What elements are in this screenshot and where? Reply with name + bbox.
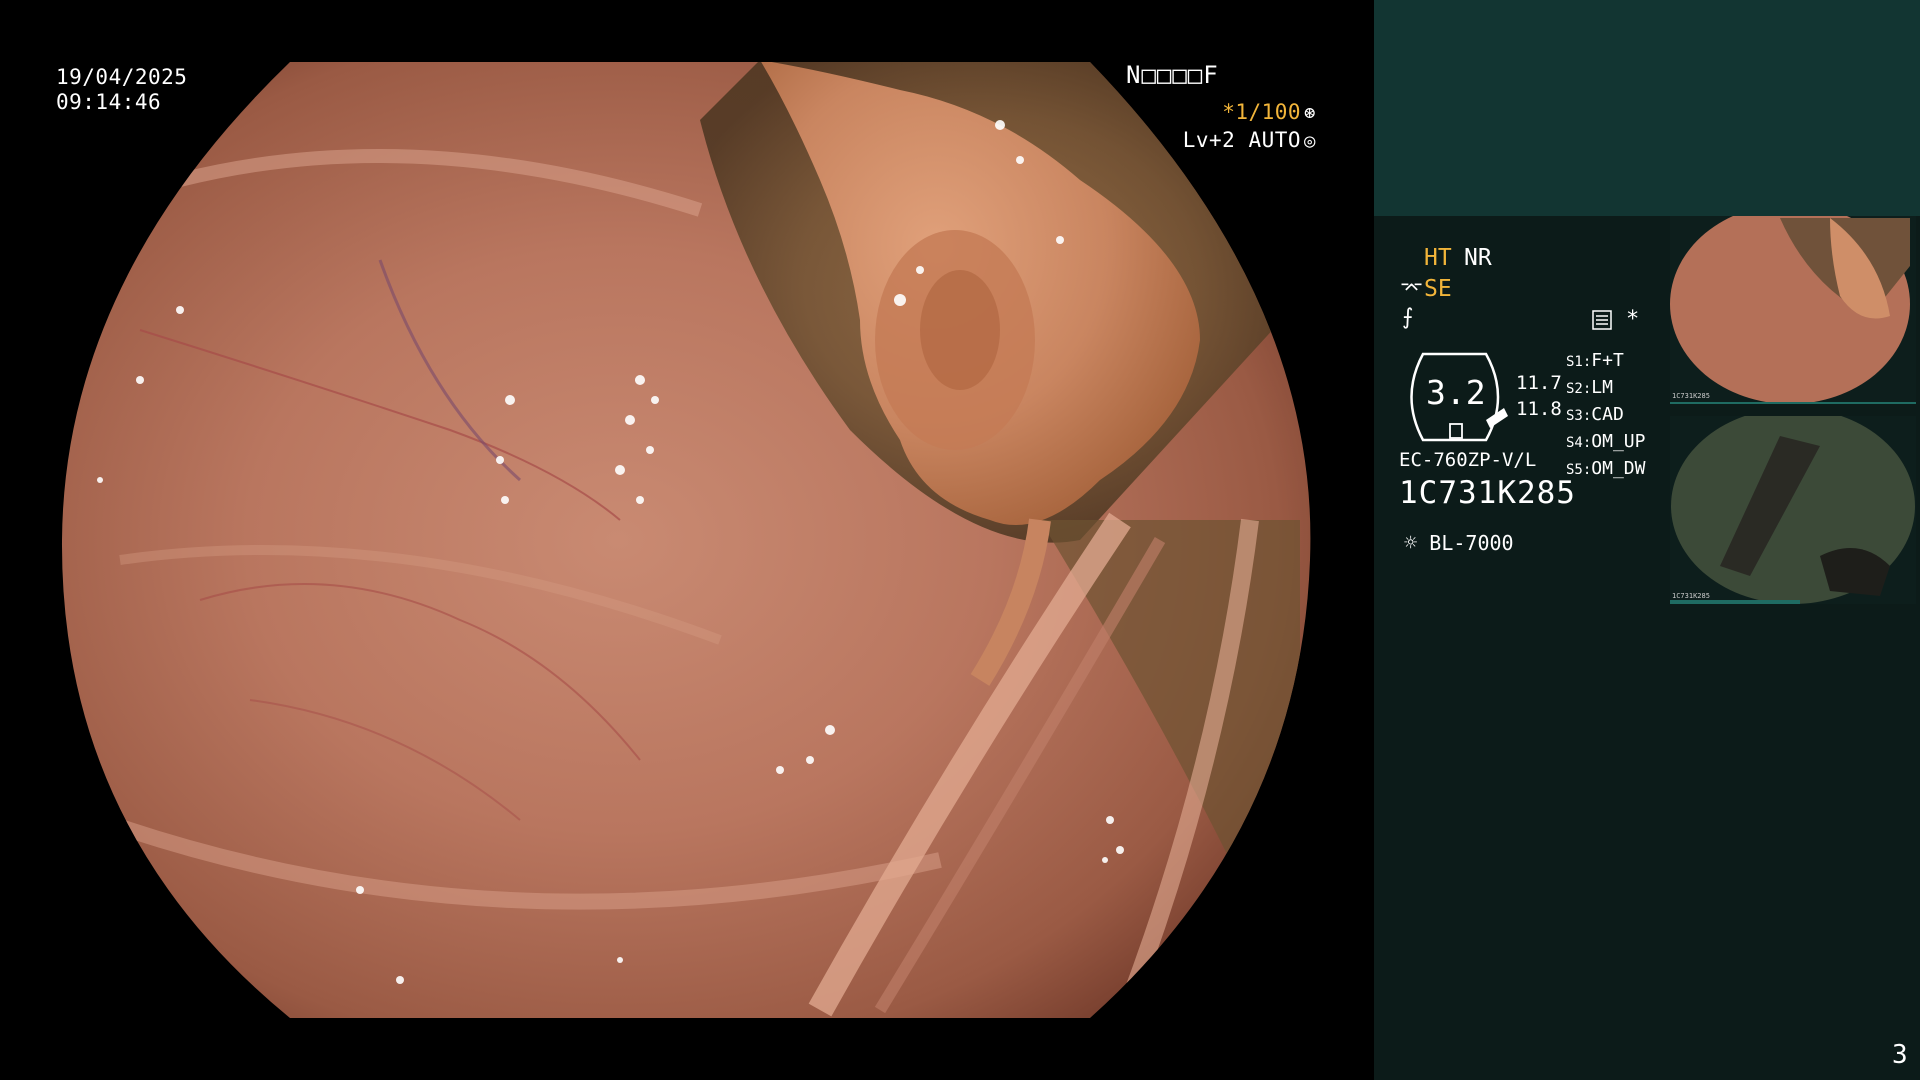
enhancement-status: HT NR ⌤ SE ⨍ *: [1400, 244, 1680, 364]
shutter-value: *1/100: [1222, 100, 1302, 124]
time-readout: 09:14:46: [56, 90, 162, 114]
star-icon: *: [1626, 307, 1640, 332]
page-number: 3: [1892, 1040, 1908, 1070]
gauge-value: 3.2: [1426, 373, 1486, 412]
endoscope-view-area: 19/04/2025 09:14:46 N□□□□F *1/100 ⊛ Lv+2 …: [0, 0, 1374, 1080]
scope-serial: 1C731K285: [1399, 475, 1576, 511]
date-readout: 19/04/2025: [56, 65, 188, 89]
endoscopic-image: [61, 62, 1311, 1018]
switch-item: S5:OM_DW: [1566, 458, 1646, 479]
thumbnail-image: [1670, 416, 1916, 604]
auto-ring-icon: ◎: [1304, 130, 1316, 152]
level-value: Lv+2 AUTO: [1182, 128, 1302, 152]
value-top: 11.7: [1516, 372, 1562, 394]
light-source-label: BL-7000: [1429, 531, 1514, 555]
scope-model: EC-760ZP-V/L: [1399, 449, 1537, 471]
thumbnail-caption: 1C731K285: [1672, 592, 1710, 600]
enhance-icon: ⌤: [1400, 276, 1424, 300]
document-icon: [1592, 310, 1612, 330]
value-bottom: 11.8: [1516, 398, 1562, 420]
thumbnail-image: [1670, 216, 1916, 404]
shutter-wheel-icon: ⊛: [1304, 102, 1316, 124]
switch-item: S1:F+T: [1566, 350, 1624, 371]
switch-item: S3:CAD: [1566, 404, 1624, 425]
light-source: ☼ BL-7000: [1404, 531, 1514, 556]
lamp-icon: ☼: [1404, 531, 1418, 556]
level-readout: Lv+2 AUTO ◎: [1183, 127, 1316, 154]
nr-label: NR: [1464, 245, 1492, 271]
ht-label: HT: [1424, 245, 1452, 271]
panel-header-block: [1374, 0, 1920, 216]
thumbnail-2[interactable]: 1C731K285: [1670, 416, 1916, 604]
switch-item: S2:LM: [1566, 377, 1613, 398]
shutter-readout: *1/100 ⊛: [1222, 99, 1316, 126]
freeze-icon: ⨍: [1402, 305, 1414, 330]
thumbnail-caption: 1C731K285: [1672, 392, 1710, 400]
se-label: SE: [1424, 276, 1452, 302]
switch-list: S1:F+T S2:LM S3:CAD S4:OM_UP S5:OM_DW: [1566, 348, 1645, 483]
switch-item: S4:OM_UP: [1566, 431, 1646, 452]
thumbnail-1[interactable]: 1C731K285: [1670, 216, 1916, 404]
image-mode-code: N□□□□F: [1126, 61, 1219, 89]
